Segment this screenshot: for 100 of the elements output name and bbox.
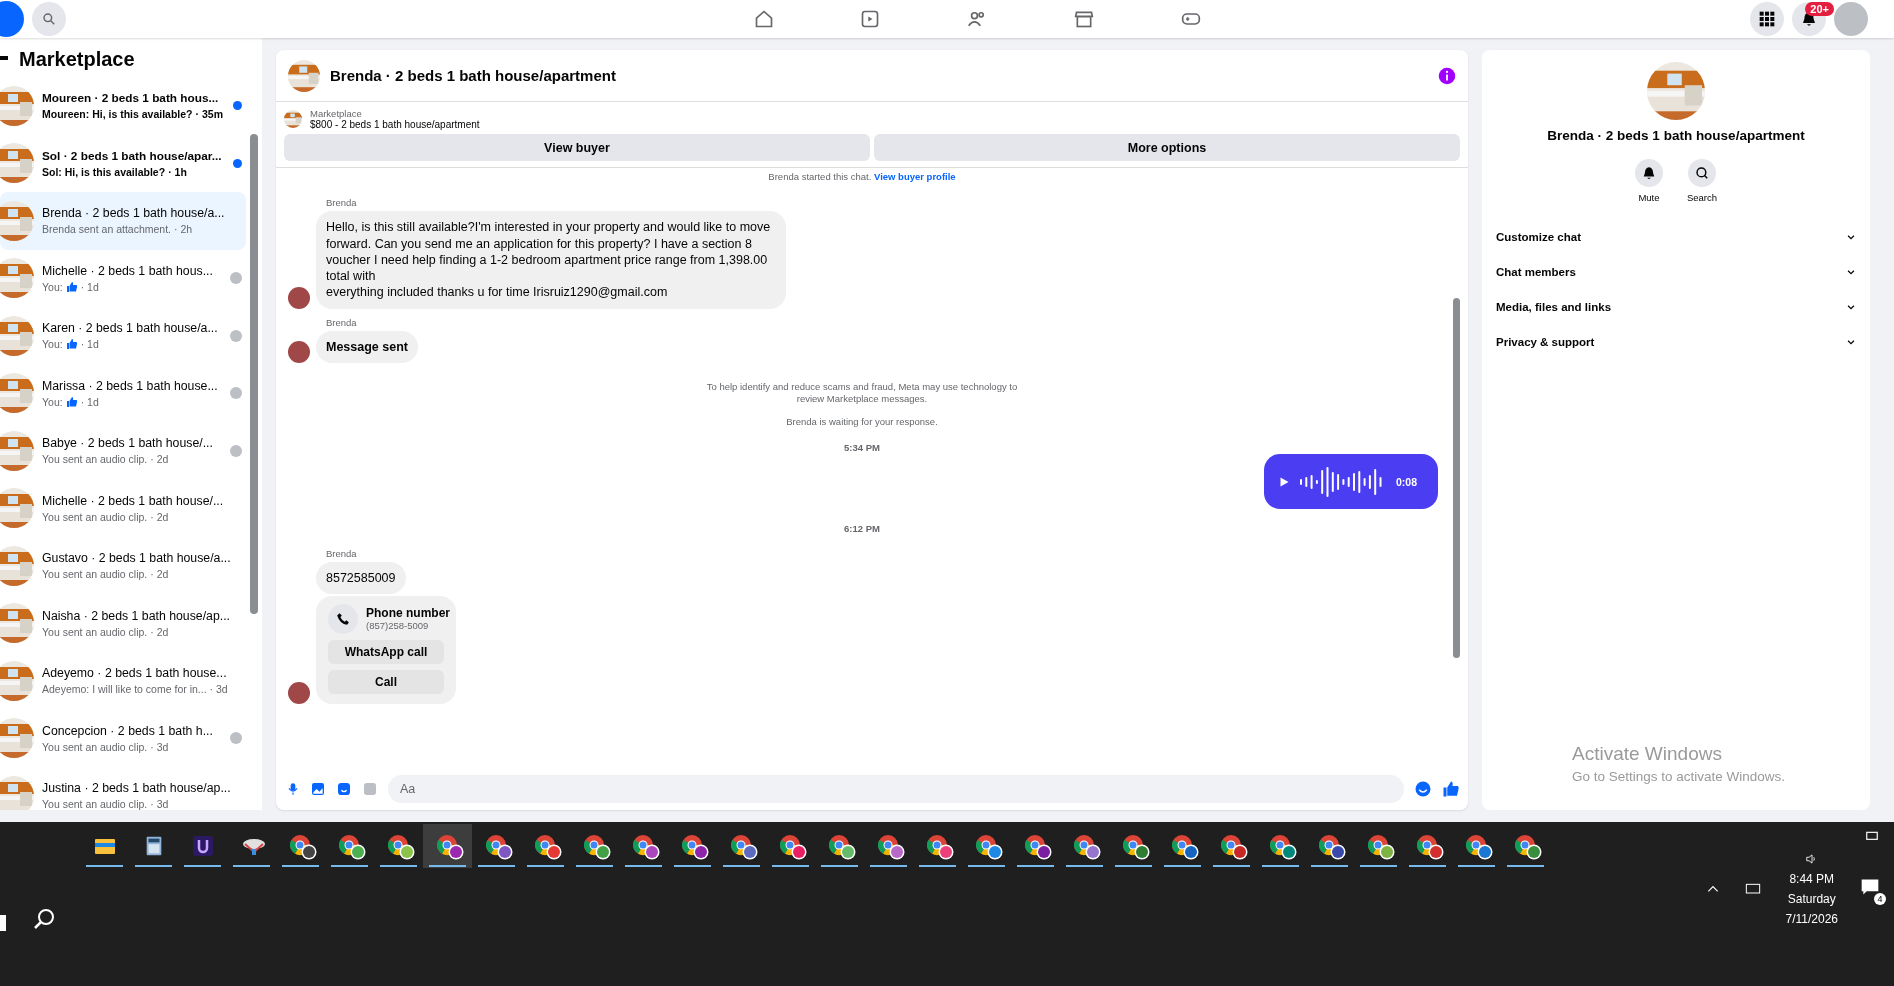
timestamp: 6:12 PM <box>844 523 880 536</box>
message-time: · 2d <box>150 510 169 523</box>
message-time: · 1h <box>168 165 187 178</box>
message-preview: You: <box>42 280 63 293</box>
message-preview: You: <box>42 395 63 408</box>
message-time: · 35m <box>195 108 223 121</box>
notification-icon <box>1860 877 1880 897</box>
conversation-item[interactable]: Gustavo · 2 beds 1 bath house/a... You sent an audio clip. · 2d <box>0 537 246 595</box>
unread-dot <box>233 158 242 168</box>
section-header[interactable]: Customize chat <box>1482 219 1870 254</box>
message-preview: Adeyemo: I will like to come for in... <box>42 683 207 696</box>
scrollbar[interactable] <box>250 134 258 614</box>
avatar <box>288 340 310 363</box>
conversation-item[interactable]: Adeyemo · 2 beds 1 bath house... Adeyemo: I will like to come for in... · 3d <box>0 652 246 710</box>
conversation-title: Brenda · 2 beds 1 bath house/apartment <box>1547 128 1805 143</box>
message-time: · 1d <box>80 280 99 293</box>
seen-avatar <box>230 732 242 745</box>
message-preview: You sent an audio clip. <box>42 625 148 638</box>
bell-icon <box>1641 166 1656 180</box>
conversation-title: Naisha · 2 beds 1 bath house/ap... <box>42 608 230 623</box>
conversation-title: Michelle · 2 beds 1 bath house/... <box>42 493 224 508</box>
conversation-title: Babye · 2 beds 1 bath house/... <box>42 436 213 451</box>
call-button[interactable]: Call <box>328 669 444 694</box>
conversation-item[interactable]: Marissa · 2 beds 1 bath house... You: · 1d <box>0 364 246 422</box>
conversation-title: Marissa · 2 beds 1 bath house... <box>42 378 218 393</box>
conversation-title: Gustavo · 2 beds 1 bath house/a... <box>42 551 231 566</box>
clock-time: 8:44 PM <box>1789 872 1835 886</box>
listing-label: Marketplace <box>310 108 363 119</box>
message-preview: Sol: Hi, is this available? <box>42 165 166 178</box>
message-preview: You sent an audio clip. <box>42 740 148 753</box>
message-preview: You sent an audio clip. <box>42 453 148 466</box>
store-icon <box>1074 9 1094 29</box>
conversation-title: Moureen · 2 beds 1 bath hous... <box>42 91 219 106</box>
seen-avatar <box>230 387 242 400</box>
conversation-title: Sol · 2 beds 1 bath house/apar... <box>42 148 222 163</box>
image-icon <box>310 781 326 797</box>
conversation-title: Brenda · 2 beds 1 bath house/a... <box>42 206 225 221</box>
call-button[interactable]: WhatsApp call <box>328 639 444 664</box>
conversation-item[interactable]: Brenda · 2 beds 1 bath house/a... Brenda sent an attachment. · 2h <box>0 192 246 250</box>
conversation-title: Concepcion · 2 beds 1 bath h... <box>42 723 213 738</box>
sidebar-title: Marketplace <box>19 48 135 71</box>
message-preview: Moureen: Hi, is this available? <box>42 108 193 121</box>
conversation-item[interactable]: Karen · 2 beds 1 bath house/a... You: · 1d <box>0 307 246 365</box>
unread-dot <box>233 101 242 111</box>
message-time: · 3d <box>150 740 169 753</box>
phone-number: (857)258-5009 <box>366 620 430 632</box>
message-time: · 3d <box>150 798 169 810</box>
section-header[interactable]: Chat members <box>1482 254 1870 289</box>
activation-text: Go to Settings to activate Windows. <box>1572 769 1786 784</box>
info-icon <box>1438 66 1456 85</box>
conversation-title: Justina · 2 beds 1 bath house/ap... <box>42 781 231 796</box>
start-icon[interactable] <box>0 915 6 931</box>
section-header[interactable]: Media, files and links <box>1482 289 1870 324</box>
conversation-item[interactable]: Moureen · 2 beds 1 bath hous... Moureen: Hi, is this available? · 35m <box>0 77 246 135</box>
conversation-item[interactable]: Concepcion · 2 beds 1 bath h... You sent an audio clip. · 3d <box>0 709 246 767</box>
section-header[interactable]: Privacy & support <box>1482 324 1870 359</box>
menu-icon[interactable] <box>1750 2 1784 36</box>
message-preview: You sent an audio clip. <box>42 568 148 581</box>
conversation-title: Karen · 2 beds 1 bath house/a... <box>42 321 218 336</box>
home-icon <box>754 9 774 29</box>
grid-icon <box>1759 11 1775 27</box>
audio-duration: 0:08 <box>1396 475 1417 488</box>
conversation-item[interactable]: Justina · 2 beds 1 bath house/ap... You sent an audio clip. · 3d <box>0 767 246 810</box>
like-icon <box>65 338 78 351</box>
sender-name: Brenda <box>326 316 358 328</box>
message-input[interactable]: Aa <box>388 775 1404 803</box>
action-button[interactable]: More options <box>874 134 1460 161</box>
conversation-item[interactable]: Sol · 2 beds 1 bath house/apar... Sol: Hi, is this available? · 1h <box>0 134 246 192</box>
buyer-profile-link[interactable]: View buyer profile <box>874 171 956 182</box>
app-icon <box>190 834 215 858</box>
card-title: Phone number <box>366 606 450 621</box>
like-icon <box>65 280 78 293</box>
search-icon[interactable] <box>32 2 66 36</box>
message-time: · 1d <box>80 395 99 408</box>
scrollbar[interactable] <box>1453 298 1460 658</box>
conversation-item[interactable]: Naisha · 2 beds 1 bath house/ap... You sent an audio clip. · 2d <box>0 594 246 652</box>
activation-title: Activate Windows <box>1572 743 1723 765</box>
taskbar-app[interactable] <box>423 824 472 868</box>
conversation-item[interactable]: Babye · 2 beds 1 bath house/... You sent an audio clip. · 2d <box>0 422 246 480</box>
notice-text: To help identify and reduce scams and fraud, Meta may use technology to review Marketplace messages. <box>705 380 1019 406</box>
message-time: · 3d <box>209 683 228 696</box>
conversation-item[interactable]: Michelle · 2 beds 1 bath hous... You: · 1d <box>0 249 246 307</box>
message-preview: Brenda sent an attachment. <box>42 223 171 236</box>
sender-name: Brenda <box>326 197 358 209</box>
like-icon <box>65 395 78 408</box>
conversation-item[interactable]: Michelle · 2 beds 1 bath house/... You sent an audio clip. · 2d <box>0 479 246 537</box>
avatar <box>288 681 310 704</box>
conversation-title: Adeyemo · 2 beds 1 bath house... <box>42 666 227 681</box>
emoji-icon <box>1414 780 1432 798</box>
message-time: · 2d <box>150 625 169 638</box>
sticker-icon <box>336 781 352 797</box>
message-preview: You: <box>42 338 63 351</box>
conversation-title: Michelle · 2 beds 1 bath hous... <box>42 263 213 278</box>
chat-start-text: Brenda started this chat. View buyer profile <box>767 171 957 184</box>
play-icon <box>1278 475 1290 488</box>
message-preview: You sent an audio clip. <box>42 798 148 810</box>
notification-count: 4 <box>1874 893 1886 905</box>
action-button[interactable]: View buyer <box>284 134 870 161</box>
message-time: · 2d <box>150 568 169 581</box>
message-preview: You sent an audio clip. <box>42 510 148 523</box>
